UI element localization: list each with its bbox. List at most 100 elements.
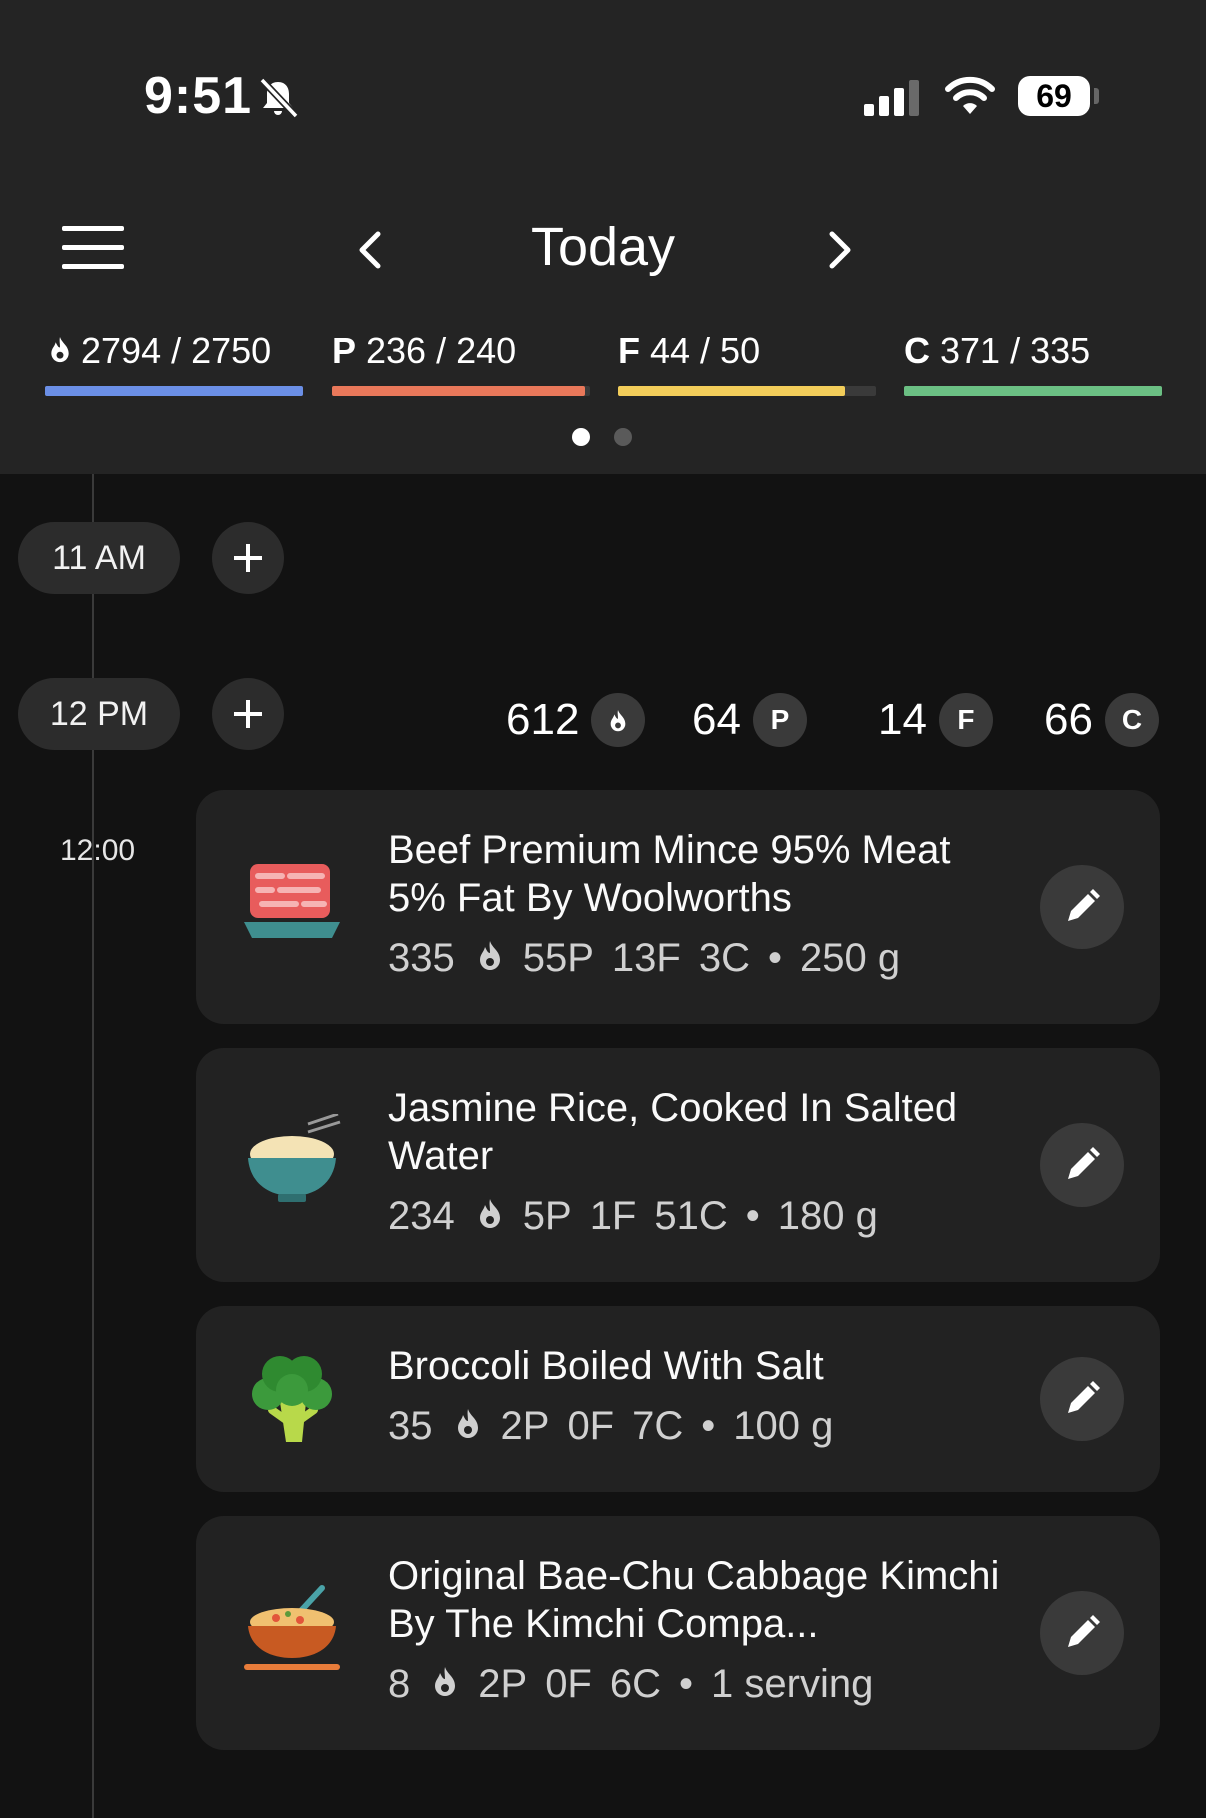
food-protein: 2P	[500, 1404, 550, 1448]
edit-entry-button[interactable]	[1040, 1357, 1124, 1441]
slot-total-protein: 64 P	[692, 690, 807, 748]
food-entry-card[interactable]: Original Bae-Chu Cabbage Kimchi By The K…	[196, 1516, 1160, 1750]
flame-badge-icon	[591, 693, 646, 748]
macro-fat[interactable]: F 44 / 50	[618, 330, 876, 410]
wifi-icon	[945, 76, 995, 114]
separator: •	[745, 1194, 760, 1238]
protein-prefix: P	[332, 330, 357, 371]
calories-bar	[45, 386, 303, 396]
flame-icon	[479, 941, 500, 970]
slot-total-fat: 14 F	[878, 690, 993, 748]
page-dot[interactable]	[614, 428, 632, 446]
slot-total-carbs: 66 C	[1044, 690, 1159, 748]
pencil-icon	[1068, 1615, 1100, 1647]
carbs-bar-fill	[904, 386, 1162, 396]
page-dot-active[interactable]	[572, 428, 590, 446]
meat-icon	[244, 864, 340, 938]
fat-value: 44 / 50	[650, 330, 761, 371]
edit-entry-button[interactable]	[1040, 865, 1124, 949]
slot-fat-value: 14	[878, 695, 927, 745]
food-calories: 234	[388, 1194, 455, 1238]
pencil-icon	[1068, 1147, 1100, 1179]
food-fat: 0F	[545, 1662, 592, 1706]
fat-prefix: F	[618, 330, 640, 371]
food-calories: 35	[388, 1404, 433, 1448]
add-entry-12pm-button[interactable]	[212, 678, 284, 750]
food-entry-card[interactable]: Broccoli Boiled With Salt 35 2P 0F 7C • 100 g	[196, 1306, 1160, 1492]
page-title[interactable]: Today	[460, 216, 746, 278]
food-fat: 1F	[589, 1194, 637, 1238]
time-slot-11am[interactable]: 11 AM	[18, 522, 180, 594]
calories-bar-fill	[45, 386, 303, 396]
slot-protein-value: 64	[692, 695, 741, 745]
food-protein: 5P	[522, 1194, 572, 1238]
food-entry-card[interactable]: Beef Premium Mince 95% Meat 5% Fat By Wo…	[196, 790, 1160, 1024]
edit-entry-button[interactable]	[1040, 1123, 1124, 1207]
separator: •	[679, 1662, 694, 1706]
food-calories: 8	[388, 1662, 411, 1706]
signal-icon	[864, 80, 919, 116]
protein-badge: P	[752, 693, 807, 748]
flame-icon	[51, 337, 69, 363]
add-entry-11am-button[interactable]	[212, 522, 284, 594]
fat-bar	[618, 386, 876, 396]
slot-carbs-value: 66	[1044, 695, 1093, 745]
flame-icon	[457, 1409, 478, 1438]
pencil-icon	[1068, 889, 1100, 921]
broccoli-icon	[252, 1356, 332, 1442]
food-amount: 180 g	[777, 1194, 878, 1238]
food-entry-card[interactable]: Jasmine Rice, Cooked In Salted Water 234…	[196, 1048, 1160, 1282]
food-name: Jasmine Rice, Cooked In Salted Water	[388, 1086, 958, 1178]
food-fat: 0F	[567, 1404, 615, 1448]
header: 9:51 69 Today 2794 / 2750 P 236 / 240 F 44…	[0, 0, 1206, 474]
kimchi-bowl-icon	[244, 1585, 340, 1670]
food-amount: 100 g	[733, 1404, 834, 1448]
status-time: 9:51	[144, 67, 253, 125]
macro-protein[interactable]: P 236 / 240	[332, 330, 590, 410]
carbs-badge: C	[1104, 693, 1159, 748]
food-stats: 234 5P 1F 51C • 180 g	[388, 1194, 896, 1239]
bell-muted-icon	[259, 77, 299, 119]
food-carbs: 51C	[654, 1194, 728, 1238]
food-carbs: 3C	[698, 936, 750, 980]
food-amount: 1 serving	[711, 1662, 874, 1706]
edit-entry-button[interactable]	[1040, 1591, 1124, 1675]
food-protein: 55P	[522, 936, 594, 980]
food-carbs: 7C	[632, 1404, 684, 1448]
food-amount: 250 g	[800, 936, 901, 980]
food-carbs: 6C	[609, 1662, 662, 1706]
next-day-button[interactable]	[818, 226, 862, 274]
flame-icon	[479, 1199, 500, 1228]
flame-icon	[435, 1667, 456, 1696]
food-name: Beef Premium Mince 95% Meat 5% Fat By Wo…	[388, 828, 951, 920]
food-stats: 35 2P 0F 7C • 100 g	[388, 1404, 851, 1449]
calories-value: 2794 / 2750	[81, 330, 272, 371]
separator: •	[701, 1404, 716, 1448]
macro-carbs[interactable]: C 371 / 335	[904, 330, 1162, 410]
battery-indicator: 69	[1018, 76, 1090, 116]
food-stats: 335 55P 13F 3C • 250 g	[388, 936, 918, 981]
pencil-icon	[1068, 1381, 1100, 1413]
time-slot-12pm[interactable]: 12 PM	[18, 678, 180, 750]
fat-bar-fill	[618, 386, 846, 396]
slot-total-calories: 612	[506, 690, 646, 748]
food-stats: 8 2P 0F 6C • 1 serving	[388, 1662, 891, 1707]
protein-value: 236 / 240	[366, 330, 517, 371]
protein-bar	[332, 386, 590, 396]
timeline-line	[92, 474, 94, 1818]
rice-bowl-icon	[248, 1114, 341, 1202]
food-protein: 2P	[478, 1662, 528, 1706]
carbs-value: 371 / 335	[940, 330, 1091, 371]
slot-calories-value: 612	[506, 695, 580, 745]
battery-cap	[1094, 88, 1099, 104]
food-fat: 13F	[611, 936, 681, 980]
previous-day-button[interactable]	[348, 226, 392, 274]
separator: •	[768, 936, 783, 980]
macro-calories[interactable]: 2794 / 2750	[45, 330, 303, 410]
protein-bar-fill	[332, 386, 585, 396]
food-name: Original Bae-Chu Cabbage Kimchi By The K…	[388, 1554, 1000, 1646]
food-calories: 335	[388, 936, 455, 980]
menu-icon[interactable]	[62, 226, 124, 270]
fat-badge: F	[938, 693, 993, 748]
carbs-bar	[904, 386, 1162, 396]
